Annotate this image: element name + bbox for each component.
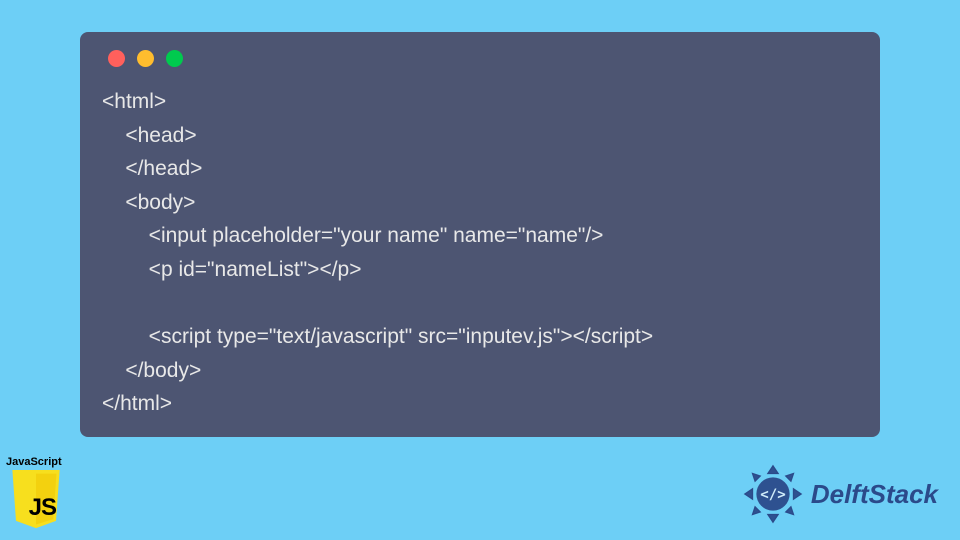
maximize-icon — [166, 50, 183, 67]
brand-name: DelftStack — [811, 479, 938, 510]
javascript-shield-icon: JS — [6, 470, 66, 530]
javascript-badge: JavaScript JS — [6, 456, 72, 530]
code-block: <html> <head> </head> <body> <input plac… — [102, 85, 858, 421]
window-traffic-lights — [102, 50, 858, 67]
javascript-abbrev: JS — [29, 494, 56, 522]
javascript-label: JavaScript — [6, 456, 72, 468]
close-icon — [108, 50, 125, 67]
code-window: <html> <head> </head> <body> <input plac… — [80, 32, 880, 437]
brand-logo-block: </> DelftStack — [741, 462, 938, 526]
svg-text:</>: </> — [760, 487, 785, 503]
minimize-icon — [137, 50, 154, 67]
delftstack-icon: </> — [741, 462, 805, 526]
